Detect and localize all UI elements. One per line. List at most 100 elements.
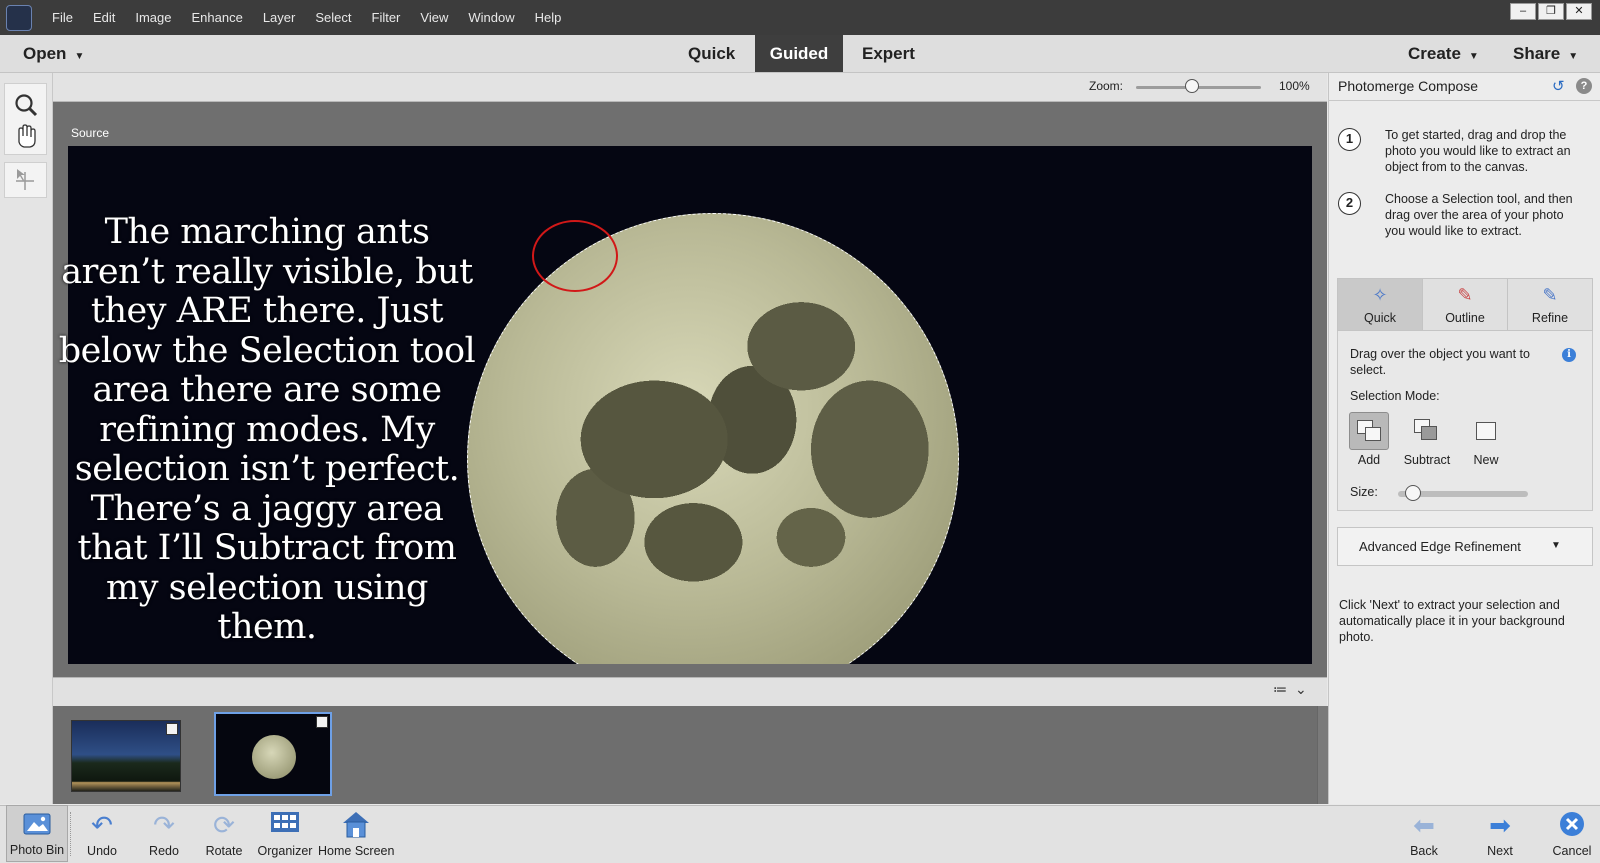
photo-bin-button[interactable]: Photo Bin xyxy=(6,805,68,862)
chevron-down-icon: ▼ xyxy=(74,51,85,62)
menu-help[interactable]: Help xyxy=(525,0,572,35)
outline-brush-icon: ✎ xyxy=(1457,285,1473,305)
home-screen-label: Home Screen xyxy=(318,844,395,858)
tool-tab-label: Refine xyxy=(1531,311,1569,325)
bin-options-menu-icon[interactable]: ≔ xyxy=(1273,681,1295,697)
next-arrow-icon: ➡ xyxy=(1489,810,1511,840)
window-controls: – ❐ ✕ xyxy=(1510,3,1592,20)
view-tools-group xyxy=(4,83,47,155)
selection-tool-tabs: ✧ Quick ✎ Outline ✎ Refine xyxy=(1337,278,1593,331)
undo-label: Undo xyxy=(87,844,117,858)
bin-options: ≔⌄ xyxy=(1273,681,1315,698)
home-icon xyxy=(318,810,394,840)
menu-filter[interactable]: Filter xyxy=(362,0,411,35)
create-button[interactable]: Create ▼ xyxy=(1408,35,1479,72)
collapse-chevron-icon[interactable]: ⌄ xyxy=(1295,681,1315,697)
main-menu: File Edit Image Enhance Layer Select Fil… xyxy=(42,0,571,35)
undo-button[interactable]: ↶ Undo xyxy=(82,805,122,862)
menu-image[interactable]: Image xyxy=(125,0,181,35)
open-button[interactable]: Open ▼ xyxy=(23,35,84,72)
menu-select[interactable]: Select xyxy=(305,0,361,35)
mode-add-button[interactable] xyxy=(1349,412,1389,450)
cancel-icon xyxy=(1550,810,1594,840)
thumbnail-background-photo[interactable] xyxy=(71,720,181,792)
photo-bin-header xyxy=(53,677,1327,707)
move-tool-icon[interactable] xyxy=(5,163,46,197)
step-1-text: To get started, drag and drop the photo … xyxy=(1385,128,1571,174)
mode-new-label: New xyxy=(1473,453,1499,467)
menu-edit[interactable]: Edit xyxy=(83,0,125,35)
moon-thumbnail-image xyxy=(252,735,296,779)
info-icon[interactable]: i xyxy=(1562,348,1576,362)
undo-icon: ↶ xyxy=(91,810,113,840)
next-instruction-text: Click 'Next' to extract your selection a… xyxy=(1339,598,1565,644)
tool-tab-label: Outline xyxy=(1445,311,1485,325)
share-button[interactable]: Share ▼ xyxy=(1513,35,1578,72)
next-label: Next xyxy=(1487,844,1513,858)
reset-icon[interactable]: ↺ xyxy=(1552,77,1570,95)
next-button[interactable]: ➡ Next xyxy=(1480,805,1520,862)
rotate-icon: ⟳ xyxy=(213,810,235,840)
add-mode-icon-overlap xyxy=(1365,427,1381,441)
subtract-mode-icon-overlap xyxy=(1421,426,1437,440)
redo-button[interactable]: ↷ Redo xyxy=(144,805,184,862)
redo-icon: ↷ xyxy=(153,810,175,840)
back-button[interactable]: ⬅ Back xyxy=(1404,805,1444,862)
menu-window[interactable]: Window xyxy=(458,0,524,35)
mode-subtract-button[interactable] xyxy=(1407,412,1447,450)
step-1-number: 1 xyxy=(1338,128,1361,151)
tool-tab-label: Quick xyxy=(1364,311,1396,325)
source-label: Source xyxy=(71,126,110,140)
tab-expert[interactable]: Expert xyxy=(862,35,915,72)
size-slider-thumb[interactable] xyxy=(1404,485,1421,501)
tool-tab-refine[interactable]: ✎ Refine xyxy=(1508,279,1592,330)
rotate-button[interactable]: ⟳ Rotate xyxy=(202,805,246,862)
help-icon[interactable]: ? xyxy=(1576,78,1592,94)
thumbnail-moon-photo[interactable] xyxy=(214,712,332,796)
panel-title: Photomerge Compose xyxy=(1338,78,1479,94)
tool-tab-quick[interactable]: ✧ Quick xyxy=(1338,279,1423,330)
tool-strip xyxy=(0,73,53,804)
step-2-number: 2 xyxy=(1338,192,1361,215)
advanced-edge-refinement-label: Advanced Edge Refinement xyxy=(1359,539,1521,554)
menu-file[interactable]: File xyxy=(42,0,83,35)
tool-tab-outline[interactable]: ✎ Outline xyxy=(1423,279,1508,330)
size-label: Size: xyxy=(1350,485,1378,499)
chevron-down-icon: ▼ xyxy=(1551,540,1561,551)
minimize-icon[interactable]: – xyxy=(1510,3,1536,20)
mode-bar: Open ▼ Quick Guided Expert Create ▼ Share ▼ xyxy=(0,35,1600,73)
cancel-label: Cancel xyxy=(1552,844,1592,858)
menu-view[interactable]: View xyxy=(410,0,458,35)
share-label: Share xyxy=(1513,44,1561,63)
restore-icon[interactable]: ❐ xyxy=(1538,3,1564,20)
organizer-button[interactable]: Organizer xyxy=(257,805,313,862)
menu-layer[interactable]: Layer xyxy=(253,0,306,35)
organizer-label: Organizer xyxy=(257,844,313,858)
thumbnail-badge-icon xyxy=(166,723,178,735)
close-window-icon[interactable]: ✕ xyxy=(1566,3,1592,20)
moon-image-selection xyxy=(467,213,959,664)
cancel-button[interactable]: Cancel xyxy=(1550,805,1594,862)
tab-guided[interactable]: Guided xyxy=(755,35,843,72)
refine-brush-icon: ✎ xyxy=(1542,285,1558,305)
mode-add-label: Add xyxy=(1357,453,1381,467)
chevron-down-icon: ▼ xyxy=(1568,51,1579,62)
zoom-tool-icon[interactable] xyxy=(5,84,46,154)
create-label: Create xyxy=(1408,44,1461,63)
zoom-value: 100% xyxy=(1279,79,1310,93)
redo-label: Redo xyxy=(149,844,179,858)
annotation-circle xyxy=(532,220,618,292)
new-mode-icon xyxy=(1476,422,1496,440)
step-2-text: Choose a Selection tool, and then drag o… xyxy=(1385,192,1573,238)
organizer-icon xyxy=(257,810,313,840)
tab-quick[interactable]: Quick xyxy=(688,35,735,72)
chevron-down-icon: ▼ xyxy=(1468,51,1479,62)
mode-new-button[interactable] xyxy=(1466,412,1506,450)
menu-bar: File Edit Image Enhance Layer Select Fil… xyxy=(0,0,1600,35)
menu-enhance[interactable]: Enhance xyxy=(182,0,253,35)
photo-bin-scrollbar[interactable] xyxy=(1317,706,1328,804)
quick-tool-description: Drag over the object you want to select. xyxy=(1350,347,1530,377)
photo-bin-icon xyxy=(7,811,67,841)
app-logo-icon xyxy=(6,5,32,31)
home-screen-button[interactable]: Home Screen xyxy=(318,805,394,862)
